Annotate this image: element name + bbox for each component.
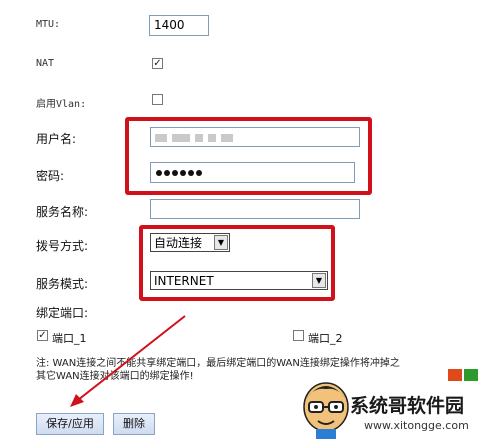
delete-button[interactable]: 删除 [113, 413, 155, 435]
watermark-url: www.xitongge.com [364, 419, 469, 432]
watermark-brand: 系统哥软件园 [350, 395, 465, 417]
save-apply-button[interactable]: 保存/应用 [36, 413, 104, 435]
watermark-logo: 系统哥软件园 www.xitongge.com [298, 369, 503, 441]
mascot-icon [303, 382, 349, 439]
